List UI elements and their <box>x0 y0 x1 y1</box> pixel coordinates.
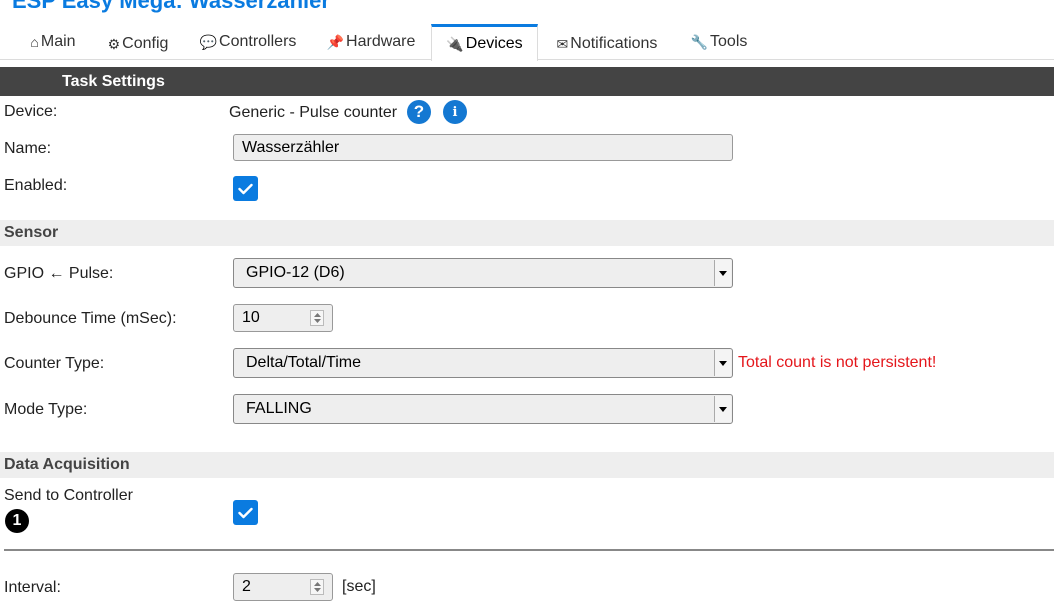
dropdown-arrow-icon <box>714 350 731 376</box>
tab-devices[interactable]: 🔌 Devices <box>431 24 538 61</box>
debounce-input[interactable]: 10 <box>233 304 333 332</box>
device-label: Device: <box>4 103 58 120</box>
counter-type-select[interactable]: Delta/Total/Time <box>233 348 733 378</box>
wrench-icon: 🔧 <box>690 33 709 50</box>
enabled-label: Enabled: <box>4 177 68 194</box>
gear-icon: ⚙ <box>107 35 121 52</box>
data-acquisition-section-header: Data Acquisition <box>0 452 1054 478</box>
checkmark-icon <box>238 507 253 518</box>
pushpin-icon: 📌 <box>326 33 345 50</box>
gpio-select-value: GPIO-12 (D6) <box>246 264 345 281</box>
tab-label: Config <box>122 35 169 52</box>
home-icon: ⌂ <box>30 34 39 50</box>
tab-label: Tools <box>710 33 748 50</box>
dropdown-arrow-icon <box>714 260 731 286</box>
debounce-value: 10 <box>242 309 260 326</box>
task-settings-header: Task Settings <box>0 67 1054 96</box>
interval-value: 2 <box>242 578 251 595</box>
spinner-arrows-icon[interactable] <box>310 310 324 326</box>
interval-label: Interval: <box>4 579 61 596</box>
counter-type-select-value: Delta/Total/Time <box>246 354 361 371</box>
plug-icon: 🔌 <box>446 35 464 52</box>
name-label: Name: <box>4 140 52 157</box>
tab-label: Main <box>40 33 76 50</box>
tab-tools[interactable]: 🔧 Tools <box>682 24 756 60</box>
info-icon[interactable]: i <box>443 100 467 124</box>
interval-unit: [sec] <box>342 578 376 595</box>
app-title: ESP Easy Mega: Wasserzähler <box>12 0 330 13</box>
help-icon-glyph: ? <box>413 102 425 121</box>
counter-warning: Total count is not persistent! <box>738 354 937 371</box>
enabled-checkbox[interactable] <box>233 176 258 201</box>
mode-type-select-value: FALLING <box>246 400 312 417</box>
tab-label: Controllers <box>219 33 297 50</box>
controller-number-badge: 1 <box>5 509 29 533</box>
spinner-arrows-icon[interactable] <box>310 579 324 595</box>
counter-type-label: Counter Type: <box>4 355 105 372</box>
checkmark-icon <box>238 183 253 194</box>
tab-config[interactable]: ⚙ Config <box>98 26 178 62</box>
info-icon-glyph: i <box>452 104 458 120</box>
tab-controllers[interactable]: 💬 Controllers <box>190 24 306 60</box>
help-icon[interactable]: ? <box>407 100 431 124</box>
tab-main[interactable]: ⌂ Main <box>18 24 88 60</box>
mode-type-select[interactable]: FALLING <box>233 394 733 424</box>
dropdown-arrow-icon <box>714 396 731 422</box>
tab-label: Devices <box>465 35 523 52</box>
send-to-controller-label: Send to Controller <box>4 487 133 504</box>
speech-bubble-icon: 💬 <box>199 33 218 50</box>
interval-input[interactable]: 2 <box>233 573 333 601</box>
tab-bar: ⌂ Main ⚙ Config 💬 Controllers 📌 Hardware… <box>0 24 1054 62</box>
envelope-icon: ✉ <box>556 35 569 52</box>
tab-hardware[interactable]: 📌 Hardware <box>318 24 424 60</box>
gpio-label: GPIO ← Pulse: <box>4 265 114 282</box>
page: ESP Easy Mega: Wasserzähler ⌂ Main ⚙ Con… <box>0 0 1054 610</box>
send-to-controller-checkbox[interactable] <box>233 500 258 525</box>
tab-notifications[interactable]: ✉ Notifications <box>546 26 668 62</box>
controller-number: 1 <box>12 512 22 529</box>
device-value: Generic - Pulse counter <box>229 104 398 121</box>
tab-label: Notifications <box>570 35 658 52</box>
tab-label: Hardware <box>346 33 416 50</box>
sensor-section-header: Sensor <box>0 220 1054 246</box>
mode-type-label: Mode Type: <box>4 401 88 418</box>
name-input[interactable] <box>233 134 733 161</box>
debounce-label: Debounce Time (mSec): <box>4 310 177 327</box>
divider <box>4 549 1054 551</box>
gpio-select[interactable]: GPIO-12 (D6) <box>233 258 733 288</box>
